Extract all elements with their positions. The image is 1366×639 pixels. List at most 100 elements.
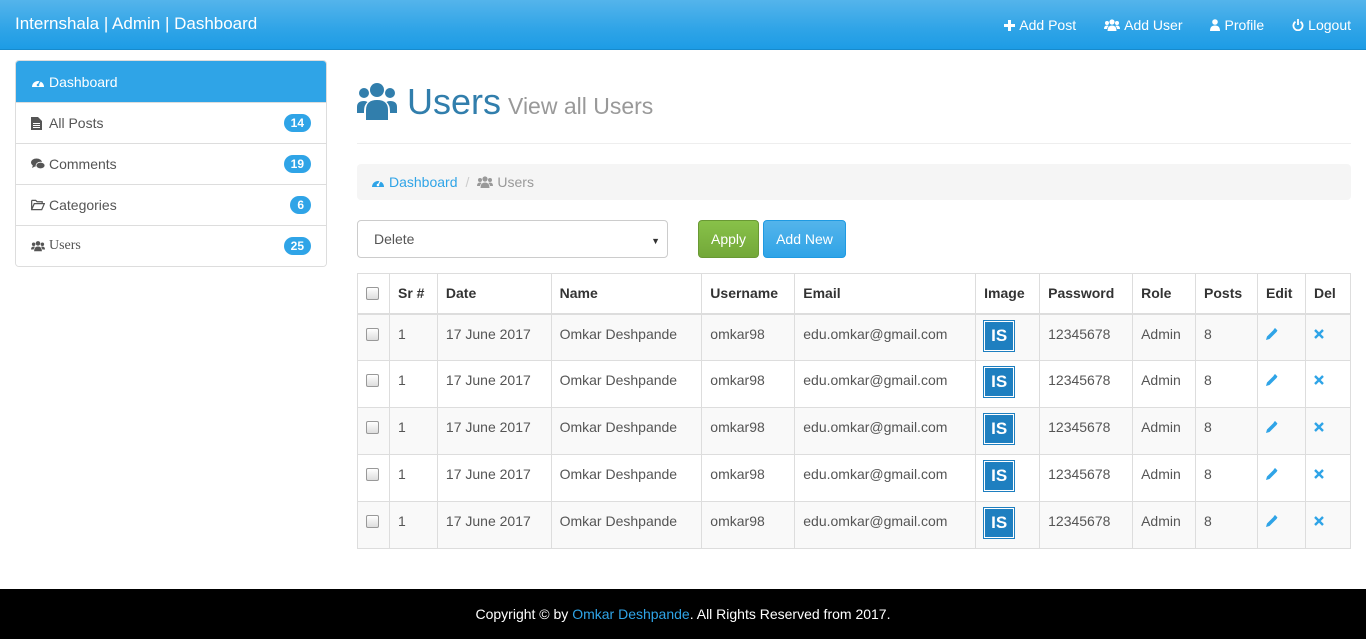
add-user-link[interactable]: Add User [1090, 0, 1196, 50]
bulk-action-select[interactable]: Delete ▼ [357, 220, 668, 258]
apply-button[interactable]: Apply [698, 220, 759, 258]
breadcrumb-dashboard-label: Dashboard [389, 174, 458, 190]
column-header: Posts [1195, 273, 1258, 315]
close-icon[interactable] [1314, 469, 1324, 479]
column-header: Name [550, 273, 703, 315]
role-cell: Admin [1132, 407, 1197, 455]
pencil-icon[interactable] [1266, 515, 1278, 527]
sr-cell: 1 [388, 313, 438, 361]
user-icon [1210, 19, 1221, 31]
pencil-icon[interactable] [1266, 468, 1278, 480]
role-cell: Admin [1132, 501, 1197, 549]
image-cell: IS [975, 454, 1041, 502]
password-cell: 12345678 [1039, 454, 1134, 502]
table-header-row: Sr # Date Name Username Email Image Pass… [357, 273, 1352, 315]
pencil-icon[interactable] [1266, 374, 1278, 386]
name-cell: Omkar Deshpande [550, 407, 703, 455]
sidebar-item-all-posts[interactable]: All Posts 14 [16, 102, 326, 143]
avatar: IS [983, 460, 1016, 492]
add-post-label: Add Post [1019, 17, 1077, 33]
table-row: 1 17 June 2017 Omkar Deshpande omkar98 e… [357, 454, 1352, 502]
password-cell: 12345678 [1039, 360, 1134, 408]
bulk-action-value: Delete [374, 231, 415, 247]
column-header: Email [794, 273, 977, 315]
username-cell: omkar98 [701, 407, 796, 455]
posts-cell: 8 [1195, 407, 1258, 455]
name-cell: Omkar Deshpande [550, 313, 703, 361]
close-icon[interactable] [1314, 516, 1324, 526]
edit-cell [1257, 407, 1306, 455]
select-all-checkbox[interactable] [366, 287, 379, 301]
delete-cell [1304, 313, 1352, 361]
row-checkbox[interactable] [366, 327, 379, 341]
row-select-cell [357, 360, 390, 408]
page-title-text: Users [407, 80, 502, 122]
logout-label: Logout [1308, 17, 1351, 33]
close-icon[interactable] [1314, 375, 1324, 385]
avatar: IS [983, 507, 1016, 539]
name-cell: Omkar Deshpande [550, 360, 703, 408]
logout-link[interactable]: Logout [1278, 0, 1366, 50]
chevron-down-icon: ▼ [651, 236, 660, 246]
close-icon[interactable] [1314, 422, 1324, 432]
username-cell: omkar98 [701, 360, 796, 408]
table-row: 1 17 June 2017 Omkar Deshpande omkar98 e… [357, 501, 1352, 549]
dashboard-icon [31, 76, 45, 88]
row-checkbox[interactable] [366, 374, 379, 387]
row-checkbox[interactable] [366, 421, 379, 434]
delete-cell [1304, 454, 1352, 502]
date-cell: 17 June 2017 [436, 454, 552, 502]
profile-link[interactable]: Profile [1196, 0, 1278, 50]
row-select-cell [357, 454, 390, 502]
power-icon [1292, 19, 1304, 31]
add-new-button[interactable]: Add New [763, 220, 846, 258]
edit-cell [1257, 501, 1306, 549]
sidebar-item-comments[interactable]: Comments 19 [16, 143, 326, 184]
username-cell: omkar98 [701, 313, 796, 361]
date-cell: 17 June 2017 [436, 501, 552, 549]
pencil-icon[interactable] [1266, 327, 1278, 340]
page-title: Users View all Users [407, 81, 653, 123]
table-row: 1 17 June 2017 Omkar Deshpande omkar98 e… [357, 360, 1352, 408]
page-header: Users View all Users [357, 60, 1351, 144]
role-cell: Admin [1132, 454, 1197, 502]
main-content: Users View all Users Dashboard / Users De… [357, 60, 1352, 549]
plus-icon [1004, 19, 1016, 31]
column-header: Password [1039, 273, 1134, 315]
sidebar-item-categories[interactable]: Categories 6 [16, 184, 326, 225]
sidebar-item-label: All Posts [49, 115, 104, 131]
footer-author-link[interactable]: Omkar Deshpande [572, 606, 690, 622]
pencil-icon[interactable] [1266, 421, 1278, 433]
column-header: Image [975, 273, 1041, 315]
close-icon[interactable] [1314, 328, 1324, 339]
breadcrumb-current-label: Users [497, 174, 534, 190]
posts-cell: 8 [1195, 313, 1258, 361]
row-select-cell [357, 407, 390, 455]
sidebar-item-dashboard[interactable]: Dashboard [16, 61, 326, 102]
sidebar-item-label: Comments [49, 156, 117, 172]
footer-suffix: . All Rights Reserved from 2017. [689, 606, 891, 622]
email-cell: edu.omkar@gmail.com [794, 454, 977, 502]
sidebar-item-users[interactable]: Users 25 [16, 225, 326, 266]
name-cell: Omkar Deshpande [550, 454, 703, 502]
edit-cell [1257, 360, 1306, 408]
add-post-link[interactable]: Add Post [990, 0, 1090, 50]
column-header: Username [701, 273, 796, 315]
image-cell: IS [975, 313, 1041, 361]
email-cell: edu.omkar@gmail.com [794, 501, 977, 549]
column-header: Date [436, 273, 552, 315]
table-row: 1 17 June 2017 Omkar Deshpande omkar98 e… [357, 313, 1352, 361]
row-checkbox[interactable] [366, 468, 379, 481]
breadcrumb-dashboard-link[interactable]: Dashboard [371, 174, 458, 190]
date-cell: 17 June 2017 [436, 313, 552, 361]
avatar: IS [983, 413, 1016, 445]
breadcrumb-separator: / [465, 174, 470, 190]
row-checkbox[interactable] [366, 515, 379, 528]
row-select-cell [357, 313, 390, 361]
sr-cell: 1 [388, 360, 438, 408]
select-all-cell [357, 273, 390, 315]
comments-icon [31, 158, 45, 170]
sr-cell: 1 [388, 501, 438, 549]
brand-title[interactable]: Internshala | Admin | Dashboard [15, 14, 257, 34]
password-cell: 12345678 [1039, 501, 1134, 549]
